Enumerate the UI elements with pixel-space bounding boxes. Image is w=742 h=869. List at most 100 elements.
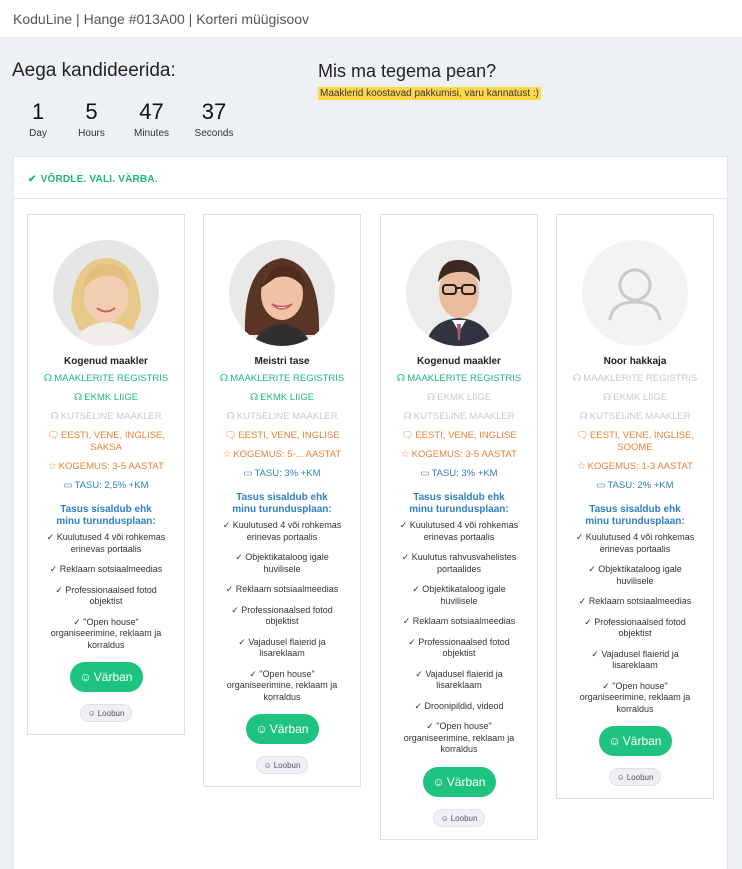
plan-item: ✓ "Open house" organiseerimine, reklaam … (403, 721, 515, 754)
languages-label: EESTI, VENE, INGLISE (415, 430, 517, 441)
languages-tag: 🗨 EESTI, VENE, INGLISE (381, 430, 537, 442)
professional-label: KUTSELINE MAAKLER (413, 411, 515, 422)
countdown-days: 1 Day (12, 99, 64, 140)
fee-label: TASU: 2,5% +KM (74, 480, 149, 491)
ekmk-tag: ☊ EKMK LIIGE (204, 392, 360, 404)
fee-label: TASU: 2% +KM (607, 480, 674, 491)
broker-card: Meistri tase ☊ MAAKLERITE REGISTRIS ☊ EKMK… (203, 214, 361, 787)
professional-tag: ☊ KUTSELINE MAAKLER (381, 411, 537, 423)
user-icon: ☺ (440, 813, 449, 823)
plan-item: ✓ "Open house" organiseerimine, reklaam … (226, 668, 338, 702)
fee-tag: ▭ TASU: 2% +KM (557, 480, 713, 492)
broker-card: Kogenud maakler ☊ MAAKLERITE REGISTRIS ☊ E… (27, 214, 185, 735)
speech-bubble-icon: 🗨 (224, 430, 237, 441)
task-title: Mis ma tegema pean? (318, 61, 497, 81)
decline-button[interactable]: ☺ Loobun (79, 704, 133, 722)
broker-card: Noor hakkaja ☊ MAAKLERITE REGISTRIS ☊ EKMK… (556, 214, 714, 799)
languages-tag: 🗨 EESTI, VENE, INGLISE (204, 430, 360, 442)
decline-button[interactable]: ☺ Loobun (432, 808, 486, 827)
decline-label: Loobun (273, 761, 301, 770)
countdown-seconds: 37 Seconds (184, 99, 244, 140)
plan-item: ✓ Objektikataloog igale huvilisele (412, 584, 506, 606)
experience-label: KOGEMUS: 5-... AASTAT (233, 449, 342, 460)
plan-item: ✓ Professionaalsed fotod objektist (408, 636, 510, 659)
wallet-icon: ▭ (63, 480, 73, 491)
recruit-button[interactable]: ☺ Värban (245, 714, 319, 744)
avatar (582, 240, 688, 346)
panel-header: ✔ VÕRDLE. VALI. VÄRBA. (14, 157, 727, 199)
plan-title: Tasus sisaldub ehk minu turundusplaan: (56, 504, 156, 527)
recruit-label: Värban (269, 722, 309, 736)
professional-tag: ☊ KUTSELINE MAAKLER (204, 411, 360, 423)
plan-title: Tasus sisaldub ehk minu turundusplaan: (409, 492, 509, 515)
wallet-icon: ▭ (596, 480, 606, 491)
ekmk-label: EKMK LIIGE (260, 392, 315, 403)
languages-tag: 🗨 EESTI, VENE, INGLISE, SAKSA (28, 430, 184, 454)
plan-item: ✓ Professionaalsed fotod objektist (55, 584, 157, 607)
plan-item: ✓ Droonipildid, videod (414, 700, 504, 711)
headset-icon: ☊ (219, 373, 229, 384)
headset-icon: ☊ (226, 411, 235, 422)
decline-button[interactable]: ☺ Loobun (608, 768, 662, 786)
plan-item: ✓ Kuulutused 4 või rohkemas erinevas por… (399, 520, 519, 542)
wallet-icon: ▭ (243, 468, 253, 479)
card-title: Kogenud maakler (64, 356, 148, 367)
experience-tag: ☆ KOGEMUS: 3-5 AASTAT (381, 449, 537, 461)
recruit-button[interactable]: ☺ Värban (69, 662, 143, 692)
star-icon: ☆ (48, 461, 57, 472)
experience-label: KOGEMUS: 1-3 AASTAT (587, 461, 693, 472)
recruit-label: Värban (93, 670, 133, 684)
plan-list: ✓ Kuulutused 4 või rohkemas erinevas por… (204, 520, 360, 703)
recruit-button[interactable]: ☺ Värban (422, 766, 496, 797)
headset-icon: ☊ (50, 411, 59, 422)
headset-icon: ☊ (602, 392, 612, 403)
card-title: Meistri tase (254, 356, 310, 367)
registry-label: MAAKLERITE REGISTRIS (54, 373, 169, 384)
countdown-value: 47 (139, 99, 164, 124)
languages-label: EESTI, VENE, INGLISE, SOOME (590, 430, 695, 453)
registry-tag: ☊ MAAKLERITE REGISTRIS (28, 373, 184, 385)
title-bar: KoduLine | Hange #013A00 | Korteri müügi… (0, 0, 742, 38)
experience-label: KOGEMUS: 3-5 AASTAT (411, 449, 517, 460)
plan-item: ✓ Kuulutused 4 või rohkemas erinevas por… (575, 532, 695, 554)
wallet-icon: ▭ (420, 468, 430, 479)
plan-item: ✓ Reklaam sotsiaalmeedias (49, 564, 163, 574)
plan-item: ✓ Reklaam sotsiaalmeedias (225, 584, 339, 594)
plan-list: ✓ Kuulutused 4 või rohkemas erinevas por… (28, 532, 184, 651)
recruit-button[interactable]: ☺ Värban (598, 726, 672, 756)
fee-tag: ▭ TASU: 3% +KM (381, 468, 537, 480)
decline-button[interactable]: ☺ Loobun (255, 756, 309, 774)
window-title: KoduLine | Hange #013A00 | Korteri müügi… (13, 11, 310, 27)
countdown-minutes: 47 Minutes (119, 99, 184, 140)
speech-bubble-icon: 🗨 (46, 430, 60, 441)
ekmk-tag: ☊ EKMK LIIGE (557, 392, 713, 404)
ekmk-tag: ☊ EKMK LIIGE (381, 392, 537, 404)
experience-tag: ☆ KOGEMUS: 1-3 AASTAT (557, 461, 713, 473)
broker-card: Kogenud maakler ☊ MAAKLERITE REGISTRIS ☊ E… (380, 214, 538, 840)
languages-tag: 🗨 EESTI, VENE, INGLISE, SOOME (557, 430, 713, 454)
user-icon: ☺ (87, 709, 96, 718)
user-icon: ☺ (432, 774, 445, 789)
star-icon: ☆ (577, 461, 586, 472)
avatar (229, 240, 335, 346)
plan-item: ✓ Professionaalsed fotod objektist (231, 604, 333, 627)
user-icon: ☺ (255, 722, 268, 736)
fee-tag: ▭ TASU: 3% +KM (204, 468, 360, 480)
headset-icon: ☊ (572, 373, 582, 384)
experience-tag: ☆ KOGEMUS: 5-... AASTAT (204, 449, 360, 461)
headset-icon: ☊ (426, 392, 436, 403)
ekmk-label: EKMK LIIGE (437, 392, 492, 403)
user-icon: ☺ (79, 670, 92, 684)
recruit-label: Värban (446, 774, 486, 789)
countdown-value: 37 (201, 99, 227, 124)
task-note: Maaklerid koostavad pakkumisi, varu kann… (318, 87, 541, 100)
countdown-value: 5 (85, 99, 98, 124)
countdown-label: Seconds (194, 128, 234, 139)
countdown-value: 1 (31, 99, 45, 124)
plan-item: ✓ "Open house" organiseerimine, reklaam … (579, 680, 691, 714)
headset-icon: ☊ (73, 392, 83, 403)
user-icon: ☺ (608, 734, 621, 748)
fee-label: TASU: 3% +KM (254, 468, 321, 479)
deadline-title: Aega kandideerida: (12, 60, 176, 81)
check-icon: ✔ (28, 174, 37, 185)
